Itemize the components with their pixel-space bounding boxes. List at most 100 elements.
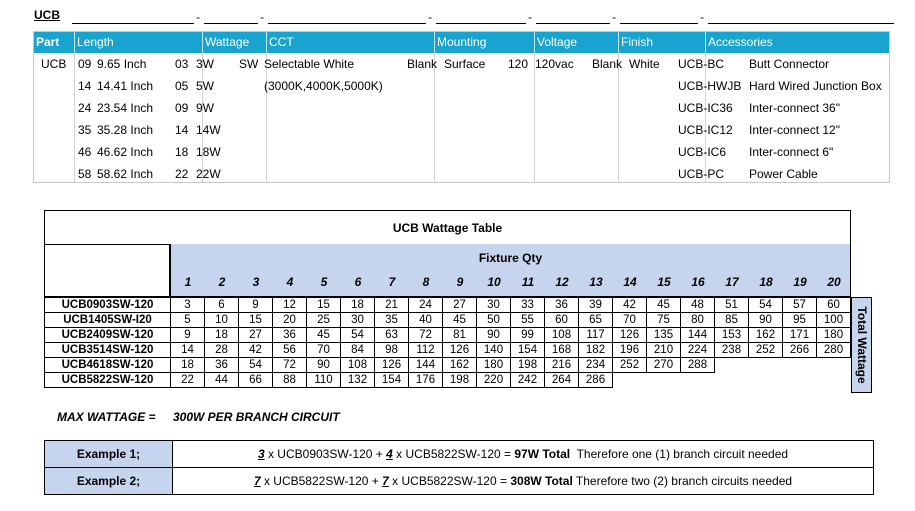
wattage-cell: 60 xyxy=(816,297,851,313)
fixture-qty-number: 9 xyxy=(456,275,464,289)
example-qty: 3 xyxy=(257,447,265,461)
wattage-cell: 25 xyxy=(306,312,341,328)
wattage-cell: 15 xyxy=(238,312,273,328)
fixture-qty-header: Fixture Qty 1 2 3 4 5 6 7 8 9 10 11 12 13 14 15 16 17 18 1… xyxy=(170,244,851,297)
wattage-cell: 110 xyxy=(306,372,341,388)
wattage-cell: 210 xyxy=(646,342,681,358)
example-text: 3 x UCB0903SW-120 + 4 x UCB5822SW-120 = … xyxy=(172,440,874,468)
fixture-qty-number: 2 xyxy=(218,275,226,289)
example-label: Example 2; xyxy=(44,467,173,495)
wattage-cell: 42 xyxy=(238,342,273,358)
wattage-cell: 224 xyxy=(680,342,715,358)
wattage-cell: 84 xyxy=(340,342,375,358)
wattage-cell: 40 xyxy=(408,312,443,328)
wattage-code: 18 xyxy=(175,145,189,159)
wattage-cell: 12 xyxy=(272,297,307,313)
wattage-cell: 3 xyxy=(170,297,205,313)
header-mounting: Mounting xyxy=(434,32,534,53)
wattage-cell: 264 xyxy=(544,372,579,388)
code-blank-mounting[interactable] xyxy=(436,23,526,24)
wattage-cell: 80 xyxy=(680,312,715,328)
empty-cell xyxy=(749,373,783,388)
length-code: 35 xyxy=(78,123,92,137)
accessory-desc: Inter-connect 12" xyxy=(749,123,840,137)
wattage-cell: 36 xyxy=(204,357,239,373)
code-blank-accessories[interactable] xyxy=(708,23,894,24)
code-blank-cct[interactable] xyxy=(268,23,426,24)
voltage-desc: 120vac xyxy=(535,57,574,71)
header-part: Part xyxy=(36,35,60,49)
total-wattage-text: Total Wattage xyxy=(854,306,869,384)
wattage-cell: 112 xyxy=(408,342,443,358)
example-total: 97W Total xyxy=(514,447,571,461)
wattage-cell: 14 xyxy=(170,342,205,358)
cct-desc: Selectable White xyxy=(264,57,355,71)
model-cell: UCB2409SW-120 xyxy=(44,327,171,343)
wattage-cell: 252 xyxy=(612,357,647,373)
wattage-table-title: UCB Wattage Table xyxy=(44,210,851,245)
code-blank-wattage[interactable] xyxy=(204,23,258,24)
wattage-cell: 126 xyxy=(442,342,477,358)
wattage-cell: 28 xyxy=(204,342,239,358)
accessory-desc: Inter-connect 36" xyxy=(749,101,840,115)
empty-cell xyxy=(749,358,783,373)
code-blank-voltage[interactable] xyxy=(536,23,610,24)
wattage-cell: 66 xyxy=(238,372,273,388)
wattage-cell: 35 xyxy=(374,312,409,328)
length-desc: 23.54 Inch xyxy=(97,101,154,115)
accessory-code: UCB-IC12 xyxy=(678,123,733,137)
wattage-cell: 108 xyxy=(544,327,579,343)
code-blank-finish[interactable] xyxy=(620,23,698,24)
wattage-cell: 234 xyxy=(578,357,613,373)
header-wattage: Wattage xyxy=(202,32,266,53)
total-wattage-side-label: Total Wattage xyxy=(851,297,872,393)
wattage-cell: 99 xyxy=(510,327,545,343)
empty-cell xyxy=(681,373,715,388)
fixture-qty-title: Fixture Qty xyxy=(478,251,543,265)
fixture-qty-number: 17 xyxy=(725,275,739,289)
part-code-line: UCB - - - - - - xyxy=(34,8,894,26)
fixture-qty-number: 16 xyxy=(691,275,705,289)
code-dash: - xyxy=(700,10,704,24)
code-dash: - xyxy=(528,10,532,24)
table-row: UCB3514SW-120 14 28 42 56 70 84 98 112 126 140 154 1… xyxy=(44,342,851,358)
wattage-desc: 5W xyxy=(196,79,214,93)
empty-cell xyxy=(715,358,749,373)
wattage-desc: 14W xyxy=(196,123,221,137)
wattage-cell: 95 xyxy=(782,312,817,328)
accessory-desc: Power Cable xyxy=(749,167,818,181)
header-accessories: Accessories xyxy=(705,32,890,53)
example-model: x UCB5822SW-120 + xyxy=(260,474,383,488)
wattage-desc: 22W xyxy=(196,167,221,181)
wattage-cell: 182 xyxy=(578,342,613,358)
wattage-desc: 18W xyxy=(196,145,221,159)
empty-cell xyxy=(817,373,851,388)
model-cell: UCB1405SW-I20 xyxy=(44,312,171,328)
finish-code: Blank xyxy=(592,57,623,71)
table-row: UCB5822SW-120 22 44 66 88 110 132 154 176 198 220 2… xyxy=(44,372,851,388)
length-code: 46 xyxy=(78,145,92,159)
example-qty: 7 xyxy=(253,474,261,488)
empty-cell xyxy=(715,373,749,388)
model-cell: UCB5822SW-120 xyxy=(44,372,171,388)
cct-desc-range: (3000K,4000K,5000K) xyxy=(264,79,383,93)
fixture-qty-number: 1 xyxy=(184,275,192,289)
wattage-cell: 36 xyxy=(544,297,579,313)
wattage-cell: 20 xyxy=(272,312,307,328)
fixture-qty-number: 5 xyxy=(320,275,328,289)
options-header-row: Part Length Wattage CCT Mounting Voltage… xyxy=(34,32,889,53)
wattage-cell: 63 xyxy=(374,327,409,343)
length-desc: 14.41 Inch xyxy=(97,79,154,93)
wattage-cell: 162 xyxy=(442,357,477,373)
example-qty: 4 xyxy=(386,447,393,461)
fixture-qty-number: 7 xyxy=(388,275,396,289)
wattage-cell: 288 xyxy=(680,357,715,373)
code-blank-length[interactable] xyxy=(72,23,194,24)
table-row: UCB0903SW-120 3 6 9 12 15 18 21 24 27 30 33 36 39 42 45… xyxy=(44,297,851,313)
example-row: Example 1; 3 x UCB0903SW-120 + 4 x UCB58… xyxy=(44,440,874,468)
length-code: 24 xyxy=(78,101,92,115)
wattage-cell: 65 xyxy=(578,312,613,328)
wattage-cell: 22 xyxy=(170,372,205,388)
model-cell: UCB3514SW-120 xyxy=(44,342,171,358)
wattage-cell: 180 xyxy=(476,357,511,373)
